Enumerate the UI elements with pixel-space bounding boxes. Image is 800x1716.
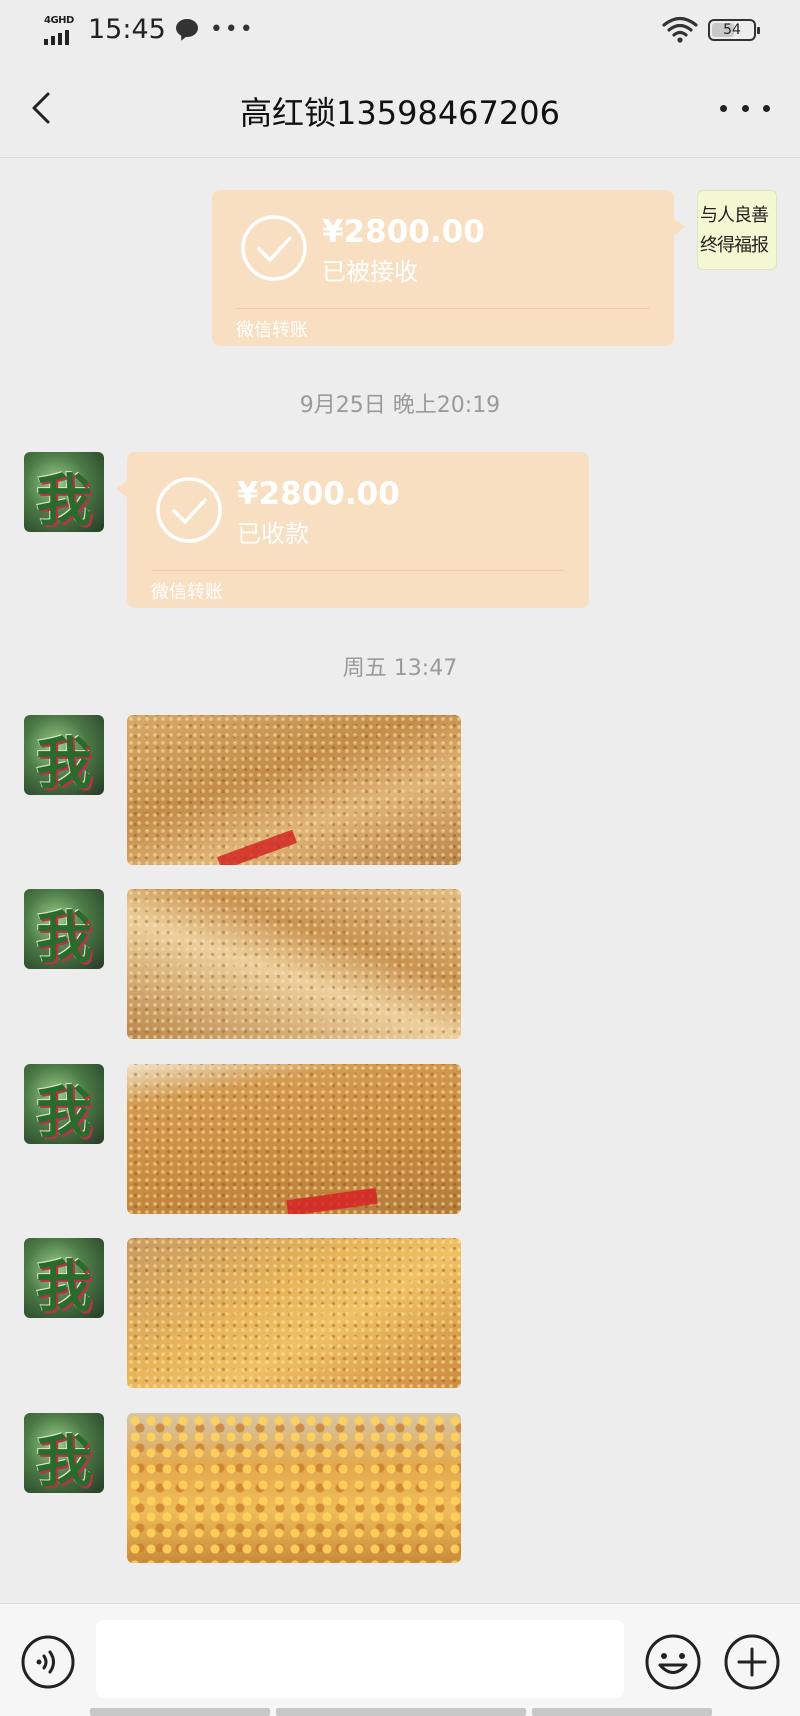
message-input[interactable]	[96, 1620, 624, 1698]
transfer-amount: ¥2800.00	[237, 476, 400, 512]
transfer-source: 微信转账	[236, 320, 308, 341]
avatar-glyph: 我	[36, 731, 92, 795]
avatar-glyph: 我	[36, 905, 92, 969]
chat-screen: 4GHD 15:45 ••• 54 高红锁13598467206 与人良善 终得…	[0, 0, 800, 1716]
more-options-button[interactable]	[720, 88, 770, 128]
check-circle-icon	[241, 215, 307, 281]
transfer-status: 已被接收	[322, 258, 418, 286]
contact-avatar[interactable]: 我	[24, 889, 104, 969]
chat-bubble-icon	[175, 18, 198, 41]
contact-avatar[interactable]: 我	[24, 715, 104, 795]
cellular-signal-icon: 4GHD	[44, 15, 80, 45]
avatar-glyph: 我	[36, 1080, 92, 1144]
plus-button[interactable]	[722, 1632, 782, 1692]
avatar-glyph: 我	[36, 1429, 92, 1493]
message-timestamp: 9月25日 晚上20:19	[299, 393, 501, 418]
transfer-divider	[236, 308, 650, 309]
transfer-status: 已收款	[237, 520, 309, 548]
chat-header: 高红锁13598467206	[0, 62, 800, 158]
status-bar: 4GHD 15:45 ••• 54	[0, 0, 800, 62]
image-message-corn-sacks[interactable]	[127, 1238, 461, 1388]
contact-avatar[interactable]: 我	[24, 1064, 104, 1144]
more-horizontal-icon	[720, 104, 727, 112]
wifi-icon	[662, 16, 698, 43]
image-message-corn-sacks[interactable]	[127, 1064, 461, 1214]
back-button[interactable]	[22, 86, 66, 130]
message-timestamp: 周五 13:47	[342, 656, 458, 681]
transfer-amount: ¥2800.00	[322, 214, 485, 250]
voice-button[interactable]	[20, 1634, 76, 1690]
transfer-bubble-received[interactable]: ¥2800.00 已收款 微信转账	[116, 452, 589, 608]
image-message-corn-kernels[interactable]	[127, 1413, 461, 1563]
transfer-source: 微信转账	[151, 582, 223, 603]
avatar-glyph: 我	[36, 468, 92, 532]
chat-title: 高红锁13598467206	[240, 94, 560, 132]
chat-input-bar	[0, 1603, 800, 1716]
navigation-bar	[0, 1708, 800, 1716]
chevron-left-icon	[32, 92, 50, 124]
self-avatar[interactable]: 与人良善 终得福报	[697, 190, 777, 270]
battery-level: 54	[723, 22, 741, 38]
status-bar-left: 4GHD 15:45 •••	[44, 14, 255, 45]
status-bar-right: 54	[662, 16, 760, 44]
image-message-corn-sacks[interactable]	[127, 889, 461, 1039]
status-time: 15:45	[88, 14, 166, 45]
contact-avatar[interactable]: 我	[24, 452, 104, 532]
network-type-label: 4GHD	[44, 14, 74, 26]
transfer-bubble-sent[interactable]: ¥2800.00 已被接收 微信转账	[212, 190, 685, 346]
emoji-button[interactable]	[643, 1632, 703, 1692]
transfer-divider	[151, 570, 565, 571]
check-circle-icon	[156, 477, 222, 543]
more-notifications-icon: •••	[209, 16, 255, 42]
contact-avatar[interactable]: 我	[24, 1413, 104, 1493]
avatar-glyph: 我	[36, 1254, 92, 1318]
avatar-calligraphy: 与人良善 终得福报	[700, 205, 769, 256]
image-message-corn-sacks[interactable]	[127, 715, 461, 865]
battery-icon: 54	[708, 19, 760, 41]
contact-avatar[interactable]: 我	[24, 1238, 104, 1318]
